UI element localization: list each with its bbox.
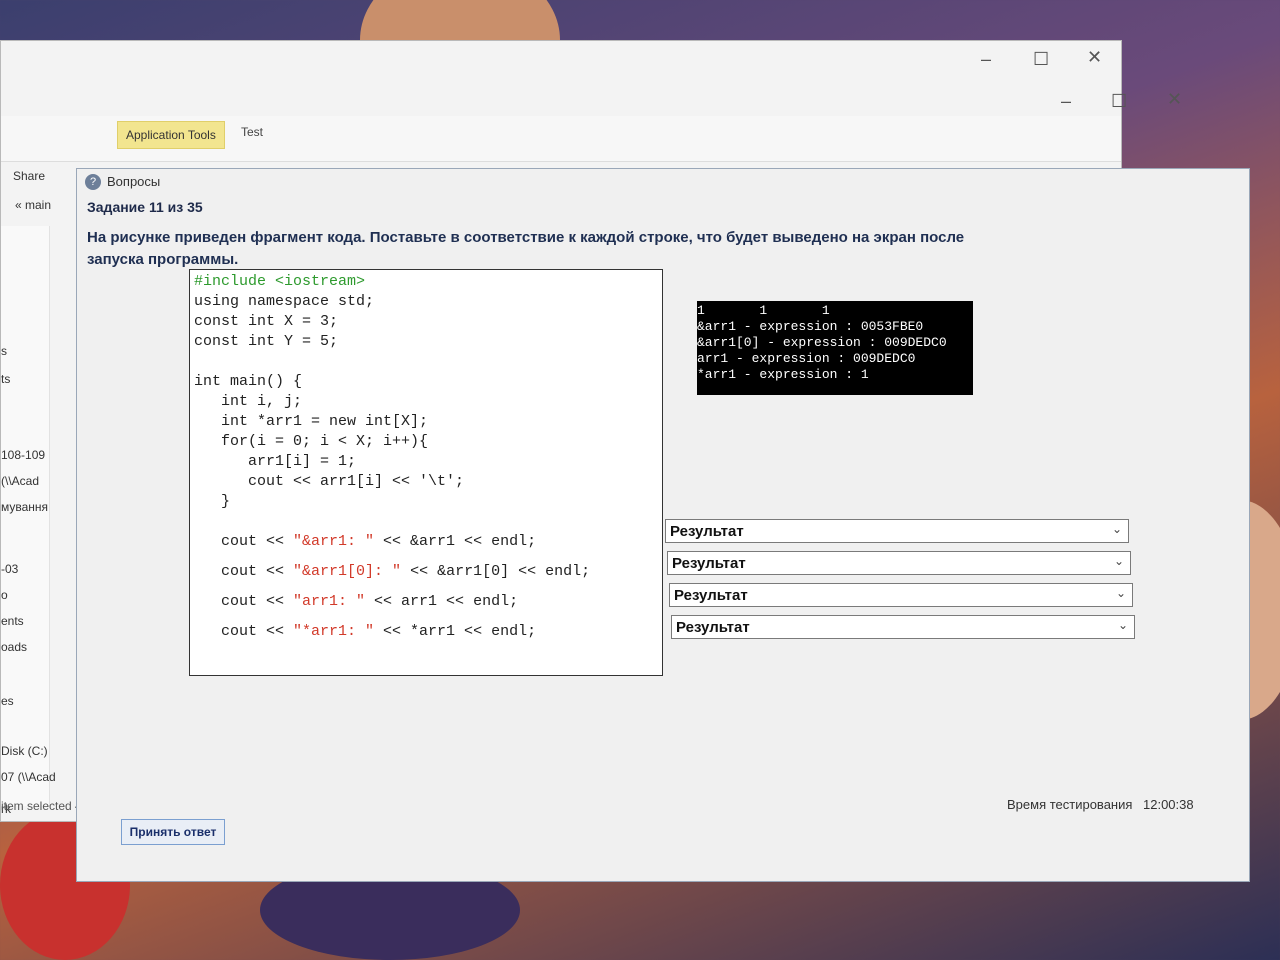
chevron-down-icon[interactable]: ⌄: [1116, 586, 1126, 600]
chevron-down-icon[interactable]: ⌄: [1114, 554, 1124, 568]
console-line: *arr1 - expression : 1: [697, 367, 869, 382]
code-line: arr1[i] = 1;: [194, 453, 357, 470]
nav-item[interactable]: 108-109: [1, 448, 45, 462]
tab-share[interactable]: Share: [13, 169, 45, 183]
console-line: &arr1[0] - expression : 009DEDC0: [697, 335, 947, 350]
cout-line: cout << "*arr1: " << *arr1 << endl;: [194, 623, 537, 640]
code-line: using namespace std;: [194, 293, 375, 310]
dialog-title: Вопросы: [107, 174, 161, 189]
code-line: for(i = 0; i < X; i++){: [194, 433, 429, 450]
code-line: const int Y = 5;: [194, 333, 339, 350]
code-image: #include <iostream> using namespace std;…: [189, 269, 663, 676]
explorer-close-icon[interactable]: ✕: [1087, 47, 1102, 68]
dialog-minimize-icon[interactable]: –: [1061, 91, 1071, 112]
code-line: #include <iostream>: [194, 273, 366, 290]
code-line: cout << arr1[i] << '\t';: [194, 473, 465, 490]
code-line: int *arr1 = new int[X];: [194, 413, 429, 430]
chevron-down-icon[interactable]: ⌄: [1118, 618, 1128, 632]
question-text: На рисунке приведен фрагмент кода. Поста…: [87, 229, 965, 268]
console-line: &arr1 - expression : 0053FBE0: [697, 319, 924, 334]
address-bar[interactable]: « main: [15, 198, 51, 212]
dialog-titlebar: ? Вопросы: [77, 169, 1249, 195]
nav-item[interactable]: ents: [1, 614, 24, 628]
nav-item[interactable]: (\\Acad: [1, 474, 39, 488]
console-line: arr1 - expression : 009DEDC0: [697, 351, 916, 366]
answer-select-1[interactable]: Результат ⌄: [665, 519, 1129, 543]
code-line: const int X = 3;: [194, 313, 339, 330]
console-line: 1 1 1: [697, 303, 830, 318]
nav-item[interactable]: 07 (\\Acad: [1, 770, 56, 784]
nav-item[interactable]: ts: [1, 372, 10, 386]
dialog-maximize-icon[interactable]: ☐: [1111, 91, 1127, 112]
select-value: Результат: [670, 523, 744, 540]
cout-line: cout << "arr1: " << arr1 << endl;: [194, 593, 519, 610]
nav-item[interactable]: мування: [1, 500, 48, 514]
cout-line: cout << "&arr1[0]: " << &arr1[0] << endl…: [194, 563, 591, 580]
navigation-pane: s ts 108-109 (\\Acad мування -03 o ents …: [1, 226, 56, 816]
nav-item[interactable]: oads: [1, 640, 27, 654]
tab-application-tools[interactable]: Application Tools: [117, 121, 225, 149]
explorer-maximize-icon[interactable]: ☐: [1033, 49, 1049, 70]
test-time-label: Время тестирования: [1007, 797, 1133, 812]
select-value: Результат: [674, 587, 748, 604]
explorer-minimize-icon[interactable]: –: [981, 49, 991, 70]
code-line: int main() {: [194, 373, 303, 390]
code-line: int i, j;: [194, 393, 303, 410]
nav-item[interactable]: o: [1, 588, 8, 602]
answer-select-4[interactable]: Результат ⌄: [671, 615, 1135, 639]
nav-item[interactable]: -03: [1, 562, 18, 576]
chevron-down-icon[interactable]: ⌄: [1112, 522, 1122, 536]
cout-line: cout << "&arr1: " << &arr1 << endl;: [194, 533, 537, 550]
nav-item[interactable]: Disk (C:): [1, 744, 48, 758]
answer-select-2[interactable]: Результат ⌄: [667, 551, 1131, 575]
dialog-close-icon[interactable]: ✕: [1167, 89, 1182, 110]
question-number: Задание 11 из 35: [87, 199, 203, 215]
tab-test[interactable]: Test: [241, 125, 263, 139]
code-line: }: [194, 493, 231, 510]
app-icon: ?: [85, 174, 101, 190]
test-time-value: 12:00:38: [1143, 797, 1194, 812]
questions-dialog: ? Вопросы – ☐ ✕ Задание 11 из 35 На рису…: [76, 89, 1250, 882]
accept-answer-button[interactable]: Принять ответ: [121, 819, 225, 845]
nav-item[interactable]: es: [1, 694, 14, 708]
answer-select-3[interactable]: Результат ⌄: [669, 583, 1133, 607]
select-value: Результат: [672, 555, 746, 572]
select-value: Результат: [676, 619, 750, 636]
console-output-image: 1 1 1 &arr1 - expression : 0053FBE0 &arr…: [697, 301, 973, 395]
nav-item[interactable]: s: [1, 344, 7, 358]
